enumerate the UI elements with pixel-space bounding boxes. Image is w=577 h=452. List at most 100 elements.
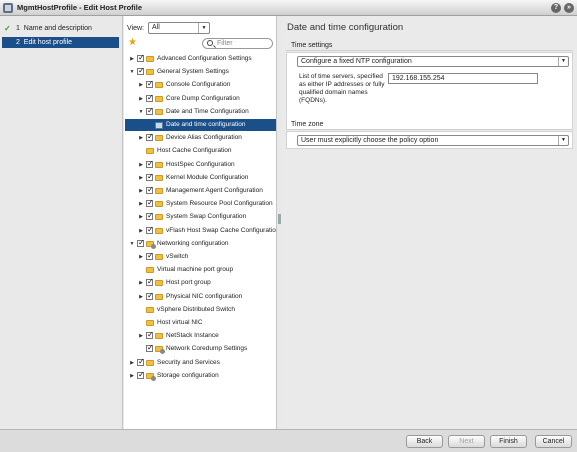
collapse-arrow-icon[interactable]: ▶ xyxy=(138,225,144,237)
tree-checkbox[interactable] xyxy=(146,330,154,341)
collapse-arrow-icon[interactable]: ▶ xyxy=(129,53,135,65)
tree-checkbox[interactable] xyxy=(146,225,154,236)
window-titlebar: MgmtHostProfile - Edit Host Profile ? » xyxy=(0,0,577,16)
tree-row[interactable]: ▶ vFlash Host Swap Cache Configuration xyxy=(125,225,276,237)
step-name-and-description[interactable]: ✓ 1 Name and description xyxy=(2,23,119,34)
vsphere-logo-icon xyxy=(3,3,13,13)
folder-icon xyxy=(155,161,163,168)
tree-row[interactable]: Network Coredump Settings xyxy=(125,343,276,355)
favorite-star-icon[interactable]: ★ xyxy=(128,37,137,48)
tree-checkbox[interactable] xyxy=(146,198,154,209)
collapse-arrow-icon[interactable]: ▶ xyxy=(138,330,144,342)
back-button[interactable]: Back xyxy=(406,435,443,448)
tree-row[interactable]: ▶ Management Agent Configuration xyxy=(125,185,276,197)
view-label: View: xyxy=(127,25,144,32)
tree-checkbox[interactable] xyxy=(137,66,145,77)
tree-checkbox[interactable] xyxy=(146,211,154,222)
tree-row[interactable]: ▶ Advanced Configuration Settings xyxy=(125,53,276,65)
view-select[interactable]: All ▼ xyxy=(148,22,210,34)
collapse-arrow-icon[interactable]: ▶ xyxy=(138,79,144,91)
time-zone-policy-select[interactable]: User must explicitly choose the policy o… xyxy=(297,135,569,146)
tree-row[interactable]: ▶ System Resource Pool Configuration xyxy=(125,198,276,210)
tree-checkbox[interactable] xyxy=(137,357,145,368)
folder-icon xyxy=(146,306,154,313)
tree-row[interactable]: ▶ Storage configuration xyxy=(125,370,276,382)
folder-icon xyxy=(155,201,163,208)
tree-checkbox[interactable] xyxy=(146,93,154,104)
help-icon[interactable]: ? xyxy=(551,3,561,13)
time-settings-header: Time settings xyxy=(286,40,573,51)
cancel-button[interactable]: Cancel xyxy=(535,435,572,448)
tree-checkbox[interactable] xyxy=(146,159,154,170)
collapse-arrow-icon[interactable]: ▶ xyxy=(138,277,144,289)
settings-pane: Date and time configuration Time setting… xyxy=(282,16,577,429)
tree-label: Date and time configuration xyxy=(166,121,246,128)
tree-checkbox[interactable] xyxy=(146,79,154,90)
tree-row[interactable]: vSphere Distributed Switch xyxy=(125,304,276,316)
collapse-arrow-icon[interactable]: ▶ xyxy=(138,291,144,303)
tree-label: Virtual machine port group xyxy=(157,266,234,274)
collapse-arrow-icon[interactable]: ▶ xyxy=(138,172,144,184)
search-icon xyxy=(207,40,213,46)
finish-button[interactable]: Finish xyxy=(490,435,527,448)
expand-arrow-icon[interactable]: ▼ xyxy=(129,66,135,78)
tree-row[interactable]: ▶ vSwitch xyxy=(125,251,276,263)
tree-row[interactable]: ▶ System Swap Configuration xyxy=(125,211,276,223)
tree-checkbox[interactable] xyxy=(146,172,154,183)
tree-checkbox[interactable] xyxy=(146,277,154,288)
tree-label: NetStack Instance xyxy=(166,332,219,340)
tree-checkbox[interactable] xyxy=(137,53,145,64)
collapse-arrow-icon[interactable]: ▶ xyxy=(138,93,144,105)
expand-arrow-icon[interactable]: ▼ xyxy=(129,238,135,250)
window-title: MgmtHostProfile - Edit Host Profile xyxy=(17,3,143,12)
step-edit-host-profile[interactable]: 2 Edit host profile xyxy=(2,37,119,48)
expand-arrow-icon[interactable]: ▼ xyxy=(138,106,144,118)
collapse-arrow-icon[interactable]: ▶ xyxy=(138,251,144,263)
time-settings-policy-select[interactable]: Configure a fixed NTP configuration ▼ xyxy=(297,56,569,67)
collapse-arrow-icon[interactable]: ▶ xyxy=(138,159,144,171)
tree-row[interactable]: ▶ Kernel Module Configuration xyxy=(125,172,276,184)
tree-row[interactable]: ▶ Host port group xyxy=(125,277,276,289)
tree-label: Kernel Module Configuration xyxy=(166,173,249,181)
folder-gear-icon xyxy=(155,346,165,355)
tree-row[interactable]: ▼ Date and Time Configuration xyxy=(125,106,276,118)
collapse-arrow-icon[interactable]: ▶ xyxy=(129,357,135,369)
tree-row[interactable]: ▶ Core Dump Configuration xyxy=(125,93,276,105)
collapse-arrow-icon[interactable]: ▶ xyxy=(138,132,144,144)
next-button[interactable]: Next xyxy=(448,435,485,448)
time-servers-input[interactable]: 192.168.155.254 xyxy=(388,73,538,84)
step-label: Name and description xyxy=(23,25,92,32)
tree-row[interactable]: ▶ Physical NIC configuration xyxy=(125,291,276,303)
filter-input[interactable]: Filter xyxy=(202,38,273,49)
collapse-arrow-icon[interactable]: ▶ xyxy=(138,211,144,223)
tree-checkbox[interactable] xyxy=(137,370,145,381)
folder-icon xyxy=(146,148,154,155)
tree-row[interactable]: ▼ Networking configuration xyxy=(125,238,276,250)
tree-checkbox[interactable] xyxy=(146,132,154,143)
tree-checkbox[interactable] xyxy=(146,343,154,354)
pane-splitter-handle[interactable] xyxy=(278,214,281,224)
tree-row[interactable]: ▶ HostSpec Configuration xyxy=(125,159,276,171)
tree-row[interactable]: ▼ General System Settings xyxy=(125,66,276,78)
tree-checkbox[interactable] xyxy=(137,238,145,249)
tree-checkbox[interactable] xyxy=(146,291,154,302)
tree-label: Networking configuration xyxy=(157,239,229,247)
collapse-icon[interactable]: » xyxy=(564,3,574,13)
step-label: Edit host profile xyxy=(23,39,73,46)
tree-row[interactable]: Date and time configuration xyxy=(125,119,276,131)
tree-row[interactable]: Virtual machine port group xyxy=(125,264,276,276)
tree-checkbox[interactable] xyxy=(146,185,154,196)
tree-row[interactable]: ▶ NetStack Instance xyxy=(125,330,276,342)
tree-row[interactable]: Host virtual NIC xyxy=(125,317,276,329)
folder-icon xyxy=(155,214,163,221)
tree-row[interactable]: Host Cache Configuration xyxy=(125,145,276,157)
tree-row[interactable]: ▶ Console Configuration xyxy=(125,79,276,91)
wizard-footer: Back Next Finish Cancel xyxy=(0,429,577,452)
collapse-arrow-icon[interactable]: ▶ xyxy=(129,370,135,382)
tree-checkbox[interactable] xyxy=(146,106,154,117)
tree-row[interactable]: ▶ Security and Services xyxy=(125,357,276,369)
collapse-arrow-icon[interactable]: ▶ xyxy=(138,185,144,197)
tree-checkbox[interactable] xyxy=(146,251,154,262)
tree-row[interactable]: ▶ Device Alias Configuration xyxy=(125,132,276,144)
collapse-arrow-icon[interactable]: ▶ xyxy=(138,198,144,210)
